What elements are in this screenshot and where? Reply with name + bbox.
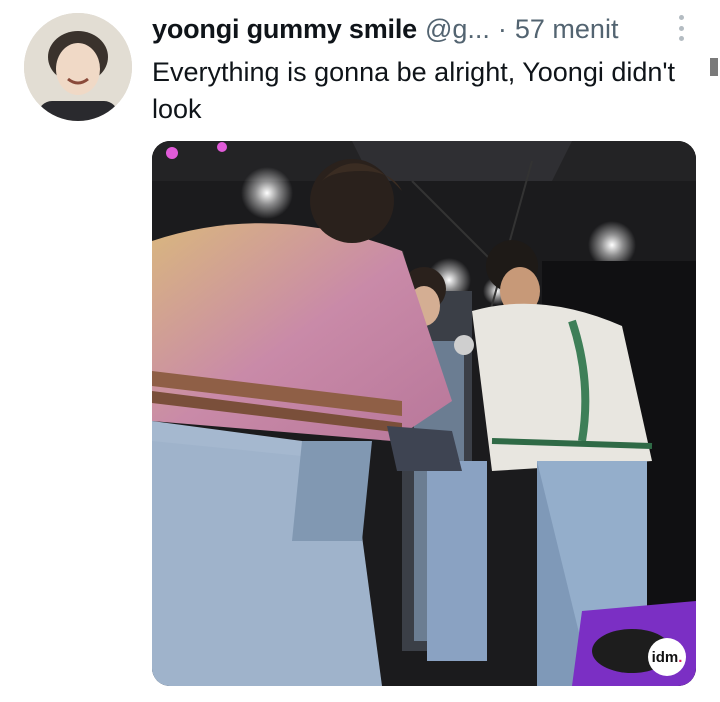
meta-separator: ·: [497, 13, 507, 44]
vertical-ellipsis-icon[interactable]: [672, 13, 690, 43]
display-name[interactable]: yoongi gummy smile: [152, 14, 417, 45]
tweet-header: yoongi gummy smile @g... · 57 menit: [152, 12, 682, 46]
scrollbar-thumb[interactable]: [710, 58, 718, 76]
user-handle[interactable]: @g...: [425, 14, 490, 45]
media-photo: [152, 141, 696, 686]
watermark-badge: idm.: [648, 638, 686, 676]
avatar[interactable]: [24, 13, 132, 121]
avatar-photo: [24, 13, 132, 121]
watermark-dot: .: [678, 648, 683, 666]
tweet-timestamp[interactable]: 57 menit: [515, 14, 619, 45]
watermark-text: idm: [651, 648, 679, 666]
tweet-media-image[interactable]: idm.: [152, 141, 696, 686]
tweet-text: Everything is gonna be alright, Yoongi d…: [152, 57, 676, 124]
